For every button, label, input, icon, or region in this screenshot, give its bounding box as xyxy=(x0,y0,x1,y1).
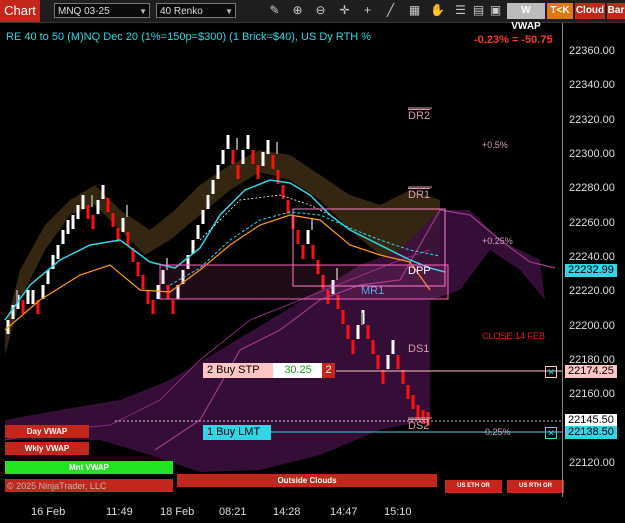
period-selector[interactable]: 40 Renko ▼ xyxy=(156,3,236,18)
y-tick: 22120.00 xyxy=(569,457,615,469)
crosshair-icon[interactable]: ✛ xyxy=(336,2,353,19)
price-marker: 22138.50 xyxy=(565,426,617,440)
x-tick-1428: 14:28 xyxy=(273,506,301,518)
dashed-line-icon[interactable]: ╱ xyxy=(382,2,399,19)
monthly-vwap-panel[interactable]: Mnt VWAP xyxy=(5,461,173,474)
cloud-button[interactable]: Cloud xyxy=(575,3,605,19)
pencil-icon[interactable]: ✎ xyxy=(266,2,283,19)
x-tick-0821: 08:21 xyxy=(219,506,247,518)
y-tick: 22280.00 xyxy=(569,182,615,195)
plus-icon[interactable]: + xyxy=(359,2,376,19)
outside-clouds-panel[interactable]: Outside Clouds xyxy=(177,474,437,487)
close-label: CLOSE 14 FEB xyxy=(482,331,546,341)
y-tick: 22260.00 xyxy=(569,216,615,229)
day-vwap-panel[interactable]: Day VWAP xyxy=(5,425,89,438)
bar-button[interactable]: Bar xyxy=(607,3,625,19)
y-tick: 22220.00 xyxy=(569,285,615,298)
percent-change: -0.23% = -50.75 xyxy=(474,34,553,46)
x-tick-1510: 15:10 xyxy=(384,506,412,518)
zoom-in-icon[interactable]: ⊕ xyxy=(289,2,306,19)
period-value: 40 Renko xyxy=(160,6,203,17)
x-tick-18-feb: 18 Feb xyxy=(160,506,195,518)
level-dr2: DR2 xyxy=(408,110,431,122)
chart-menu-button[interactable]: Chart xyxy=(0,0,40,22)
instrument-value: MNQ 03-25 xyxy=(58,6,110,17)
weekly-vwap-panel[interactable]: Wkly VWAP xyxy=(5,442,89,455)
price-marker: 22232.99 xyxy=(565,264,617,278)
level-ds1: DS1 xyxy=(408,343,430,355)
buy-stop-order[interactable]: 2 Buy STP xyxy=(203,363,273,378)
y-tick: 22300.00 xyxy=(569,148,615,160)
zoom-out-icon[interactable]: ⊖ xyxy=(312,2,329,19)
copyright: © 2025 NinjaTrader, LLC xyxy=(7,481,107,491)
level-minus-025: -0.25% xyxy=(482,427,511,437)
level-ds2: DS2 xyxy=(408,420,430,432)
level-mr1: MR1 xyxy=(361,285,385,297)
checklist-icon[interactable]: ☰ xyxy=(452,2,469,19)
x-tick-16-feb: 16 Feb xyxy=(31,506,66,518)
y-tick: 22340.00 xyxy=(569,79,615,92)
y-tick: 22160.00 xyxy=(569,388,615,401)
us-rth-or-panel[interactable]: US RTH OR xyxy=(507,480,564,493)
y-tick: 22320.00 xyxy=(569,113,615,126)
chevron-down-icon: ▼ xyxy=(139,7,147,16)
level-plus-025: +0.25% xyxy=(482,236,513,246)
buy-stop-close-icon[interactable]: ✕ xyxy=(545,366,557,378)
x-tick-1149: 11:49 xyxy=(106,506,133,518)
chevron-down-icon: ▼ xyxy=(225,7,233,16)
grid-icon[interactable]: ▦ xyxy=(406,2,423,19)
price-marker: 22174.25 xyxy=(565,364,617,378)
price-axis[interactable]: 22360.00 22340.00 22320.00 22300.00 22280.00… xyxy=(562,23,625,497)
x-tick-1447: 14:47 xyxy=(330,506,358,518)
buy-stop-quantity[interactable]: 2 xyxy=(322,363,335,378)
table-icon[interactable]: ▤ xyxy=(470,2,487,19)
chart-title: RE 40 to 50 (M)NQ Dec 20 (1%=150p=$300) … xyxy=(6,31,372,43)
tiles-icon[interactable]: ▣ xyxy=(487,2,504,19)
y-tick: 22240.00 xyxy=(569,251,615,263)
indicator-clouds xyxy=(4,150,556,472)
hand-icon[interactable]: ✋ xyxy=(429,2,446,19)
weekly-vwap-button[interactable]: W VWAP xyxy=(507,3,545,32)
level-dr1: DR1 xyxy=(408,189,431,201)
us-eth-or-panel[interactable]: US ETH OR xyxy=(445,480,502,493)
level-dpp: DPP xyxy=(408,265,431,277)
tk-button[interactable]: T<K xyxy=(547,3,573,19)
chart-toolbar: Chart MNQ 03-25 ▼ 40 Renko ▼ ✎ ⊕ ⊖ ✛ + ╱ ▦… xyxy=(0,0,625,32)
buy-stop-price[interactable]: 30.25 xyxy=(273,363,323,378)
y-tick: 22360.00 xyxy=(569,45,615,57)
y-tick: 22200.00 xyxy=(569,319,615,332)
buy-limit-close-icon[interactable]: ✕ xyxy=(545,427,557,439)
instrument-selector[interactable]: MNQ 03-25 ▼ xyxy=(54,3,150,18)
level-plus-05: +0.5% xyxy=(482,140,508,150)
buy-limit-order[interactable]: 1 Buy LMT xyxy=(203,425,271,440)
